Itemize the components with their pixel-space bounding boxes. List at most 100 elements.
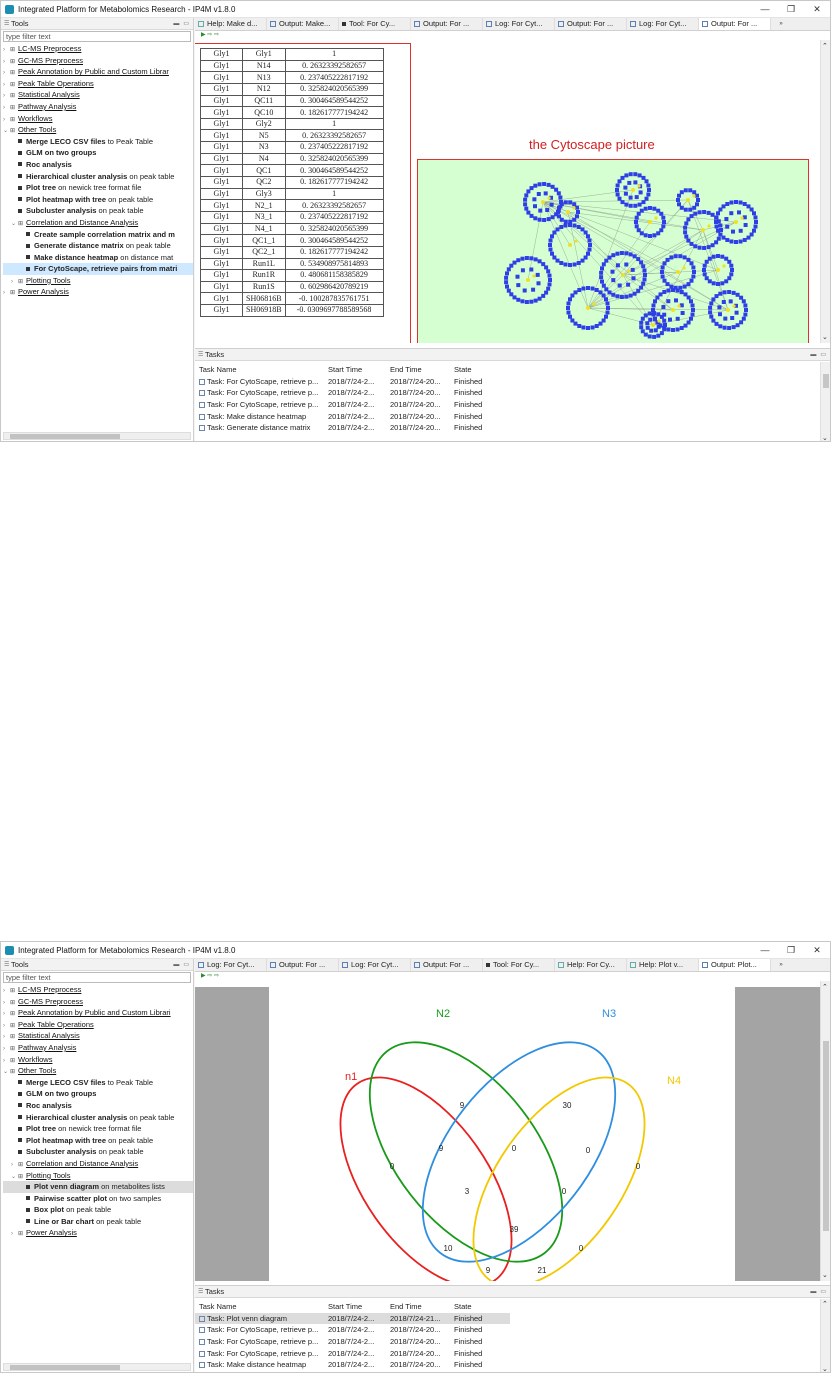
- run-toolbar[interactable]: ▶ ⇨ ⇨: [195, 972, 830, 981]
- editor-tab[interactable]: Output: Plot...: [699, 959, 771, 971]
- editor-tab[interactable]: Log: For Cyt...: [195, 959, 267, 971]
- task-cell[interactable]: 2018/7/24-2...: [324, 399, 386, 411]
- editor-tab[interactable]: Output: For ...: [411, 18, 483, 30]
- task-cell[interactable]: Finished: [450, 376, 510, 388]
- tree-category[interactable]: › ⊞ GC-MS Preprocess: [3, 996, 193, 1008]
- tree-category[interactable]: › ⊞ Peak Table Operations: [3, 78, 193, 90]
- task-cell[interactable]: 2018/7/24-21...: [386, 1312, 450, 1325]
- task-cell[interactable]: Finished: [450, 399, 510, 411]
- task-cell[interactable]: 2018/7/24-2...: [324, 411, 386, 423]
- column-header[interactable]: Task Name: [195, 364, 324, 376]
- tree-tool-item[interactable]: Plot heatmap with tree on peak table: [3, 194, 193, 206]
- tree-tool-item[interactable]: Box plot on peak table: [3, 1204, 193, 1216]
- collapsed-twisty-icon[interactable]: ›: [3, 68, 10, 78]
- collapsed-twisty-icon[interactable]: ›: [3, 288, 10, 298]
- tree-tool-item[interactable]: Pairwise scatter plot on two samples: [3, 1193, 193, 1205]
- expanded-twisty-icon[interactable]: ⌄: [11, 219, 18, 229]
- task-cell[interactable]: 2018/7/24-20...: [386, 387, 450, 399]
- column-header[interactable]: End Time: [386, 1301, 450, 1313]
- tab-overflow-button[interactable]: »: [771, 18, 791, 30]
- task-cell[interactable]: Task: For CytoScape, retrieve p...: [195, 1324, 324, 1336]
- chevron-down-icon[interactable]: ⌄: [822, 1365, 828, 1372]
- tab-overflow-button[interactable]: »: [771, 959, 791, 971]
- collapsed-twisty-icon[interactable]: ›: [11, 1229, 18, 1239]
- scroll-thumb[interactable]: [823, 374, 829, 388]
- editor-tab[interactable]: Output: Make...: [267, 18, 339, 30]
- tree-category[interactable]: › ⊞ Pathway Analysis: [3, 101, 193, 113]
- minimize-button[interactable]: —: [752, 945, 778, 955]
- tree-category[interactable]: › ⊞ GC-MS Preprocess: [3, 55, 193, 67]
- editor-tab[interactable]: Help: For Cy...: [555, 959, 627, 971]
- tree-category[interactable]: › ⊞ Statistical Analysis: [3, 89, 193, 101]
- task-cell[interactable]: Task: For CytoScape, retrieve p...: [195, 387, 324, 399]
- task-cell[interactable]: 2018/7/24-20...: [386, 1359, 450, 1371]
- panel-maximize-icon[interactable]: ▭: [820, 1288, 826, 1295]
- run-toolbar[interactable]: ▶ ⇨ ⇨: [195, 31, 830, 40]
- collapsed-twisty-icon[interactable]: ›: [3, 998, 10, 1008]
- chevron-up-icon[interactable]: ⌃: [822, 983, 828, 991]
- tree-category[interactable]: ⌄ ⊞ Other Tools: [3, 1065, 193, 1077]
- collapsed-twisty-icon[interactable]: ›: [3, 1032, 10, 1042]
- task-cell[interactable]: Finished: [450, 422, 510, 434]
- collapsed-twisty-icon[interactable]: ›: [3, 91, 10, 101]
- editor-tab[interactable]: Log: For Cyt...: [483, 18, 555, 30]
- panel-minimize-icon[interactable]: ▬: [810, 352, 816, 358]
- task-cell[interactable]: Task: For CytoScape, retrieve p...: [195, 1336, 324, 1348]
- tree-category[interactable]: › ⊞ LC-MS Preprocess: [3, 984, 193, 996]
- task-cell[interactable]: 2018/7/24-20...: [386, 1324, 450, 1336]
- task-cell[interactable]: 2018/7/24-2...: [324, 1324, 386, 1336]
- tree-category[interactable]: ⌄ ⊞ Other Tools: [3, 124, 193, 136]
- task-cell[interactable]: 2018/7/24-20...: [386, 422, 450, 434]
- task-cell[interactable]: Task: Plot venn diagram: [195, 1312, 324, 1325]
- task-cell[interactable]: 2018/7/24-20...: [386, 399, 450, 411]
- task-cell[interactable]: Finished: [450, 411, 510, 423]
- task-cell[interactable]: 2018/7/24-2...: [324, 376, 386, 388]
- tree-category[interactable]: ⌄ ⊞ Correlation and Distance Analysis: [3, 217, 193, 229]
- task-cell[interactable]: 2018/7/24-20...: [386, 1336, 450, 1348]
- collapsed-twisty-icon[interactable]: ›: [3, 1021, 10, 1031]
- editor-tab[interactable]: Tool: For Cy...: [483, 959, 555, 971]
- expanded-twisty-icon[interactable]: ⌄: [3, 1067, 10, 1077]
- task-cell[interactable]: Task: Make distance heatmap: [195, 411, 324, 423]
- collapsed-twisty-icon[interactable]: ›: [3, 986, 10, 996]
- tree-tool-item[interactable]: Plot venn diagram on metabolites lists: [3, 1181, 193, 1193]
- panel-maximize-icon[interactable]: ▭: [820, 351, 826, 358]
- collapsed-twisty-icon[interactable]: ›: [3, 103, 10, 113]
- collapsed-twisty-icon[interactable]: ›: [3, 45, 10, 55]
- task-cell[interactable]: 2018/7/24-2...: [324, 422, 386, 434]
- task-cell[interactable]: 2018/7/24-2...: [324, 1312, 386, 1325]
- tree-tool-item[interactable]: Plot tree on newick tree format file: [3, 1123, 193, 1135]
- panel-minimize-icon[interactable]: ▬: [173, 962, 179, 968]
- panel-minimize-icon[interactable]: ▬: [173, 21, 179, 27]
- collapsed-twisty-icon[interactable]: ›: [3, 80, 10, 90]
- editor-tab[interactable]: Tool: For Cy...: [339, 18, 411, 30]
- editor-tab[interactable]: Output: For ...: [555, 18, 627, 30]
- editor-tab[interactable]: Output: For ...: [699, 18, 771, 30]
- editor-tab[interactable]: Help: Plot v...: [627, 959, 699, 971]
- tree-tool-item[interactable]: GLM on two groups: [3, 1088, 193, 1100]
- expanded-twisty-icon[interactable]: ⌄: [3, 126, 10, 136]
- task-cell[interactable]: Task: Generate distance matrix: [195, 422, 324, 434]
- chevron-up-icon[interactable]: ⌃: [822, 1300, 828, 1308]
- task-cell[interactable]: Finished: [450, 1336, 510, 1348]
- tree-horizontal-scrollbar[interactable]: [3, 1363, 191, 1371]
- tree-tool-item[interactable]: Plot tree on newick tree format file: [3, 182, 193, 194]
- chevron-down-icon[interactable]: ⌄: [822, 333, 828, 341]
- tree-category[interactable]: › ⊞ Workflows: [3, 113, 193, 125]
- task-cell[interactable]: Finished: [450, 1359, 510, 1371]
- task-cell[interactable]: Task: For CytoScape, retrieve p...: [195, 1348, 324, 1360]
- task-cell[interactable]: 2018/7/24-2...: [324, 1348, 386, 1360]
- task-cell[interactable]: Finished: [450, 387, 510, 399]
- column-header[interactable]: Start Time: [324, 1301, 386, 1313]
- panel-maximize-icon[interactable]: ▭: [183, 20, 189, 27]
- task-cell[interactable]: Task: For CytoScape, retrieve p...: [195, 376, 324, 388]
- output-vertical-scrollbar[interactable]: ⌃ ⌄: [820, 981, 830, 1281]
- editor-tab[interactable]: Output: For ...: [411, 959, 483, 971]
- column-header[interactable]: State: [450, 364, 510, 376]
- task-cell[interactable]: 2018/7/24-20...: [386, 1348, 450, 1360]
- task-cell[interactable]: Finished: [450, 1324, 510, 1336]
- filter-input[interactable]: type filter text: [3, 31, 191, 42]
- collapsed-twisty-icon[interactable]: ›: [3, 1044, 10, 1054]
- filter-input[interactable]: type filter text: [3, 972, 191, 983]
- chevron-down-icon[interactable]: ⌄: [822, 434, 828, 441]
